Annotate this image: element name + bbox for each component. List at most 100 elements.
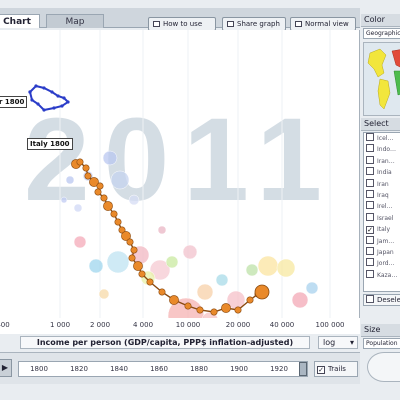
x-axis-scale-select[interactable]: log	[318, 336, 358, 349]
country-list-item[interactable]: Indo…	[364, 144, 400, 155]
country-label: Iran	[377, 180, 389, 188]
select-heading: Select	[361, 118, 400, 131]
country-bubble	[157, 225, 167, 235]
window-icon	[295, 21, 302, 27]
italy-trail-point	[84, 172, 92, 180]
country-list-item[interactable]: Iran…	[364, 155, 400, 167]
country-checkbox[interactable]	[366, 144, 374, 153]
country-list-item[interactable]: Jord…	[364, 258, 400, 269]
blue-trail-point	[50, 90, 54, 94]
country-list-item[interactable]: Japan	[364, 246, 400, 258]
envelope-icon	[227, 21, 234, 27]
color-select[interactable]: Geographic	[363, 28, 400, 39]
country-label: Kaza…	[377, 271, 398, 279]
trails-label: Trails	[328, 365, 346, 373]
x-axis-controls: Income per person (GDP/capita, PPP$ infl…	[0, 334, 360, 350]
country-label: Israel	[377, 214, 394, 222]
italy-trail-point	[158, 288, 166, 296]
country-list-item[interactable]: Iraq	[364, 189, 400, 201]
country-list-item[interactable]: Iran	[364, 178, 400, 190]
country-checkbox[interactable]	[366, 258, 374, 267]
country-bubble	[182, 244, 198, 260]
country-select-list[interactable]: Icel… Indo… Iran… India Iran Iraq Irel… Israel ✓…	[363, 132, 400, 292]
how-to-use-label: How to use	[163, 20, 203, 28]
country-bubble	[98, 288, 110, 300]
x-tick-label: 400	[0, 321, 10, 329]
country-checkbox[interactable]	[366, 189, 374, 198]
size-select[interactable]: Population	[363, 338, 400, 349]
country-bubble	[60, 196, 68, 204]
x-tick-label: 40 000	[269, 321, 295, 329]
color-legend-map[interactable]	[363, 42, 400, 116]
year-slider-handle[interactable]	[299, 362, 307, 376]
year-tick-label: 1860	[150, 365, 168, 373]
tab-bar: Chart Map How to use Share graph Normal …	[0, 8, 360, 31]
country-checkbox[interactable]	[366, 212, 374, 221]
country-bubble	[73, 203, 83, 213]
country-list-item[interactable]: Israel	[364, 212, 400, 224]
x-tick-label: 100 000	[315, 321, 345, 329]
deselect-checkbox[interactable]	[366, 295, 374, 303]
country-label: India	[377, 169, 392, 177]
play-button[interactable]: ▶	[0, 359, 12, 377]
country-label: Jam…	[377, 237, 395, 245]
country-list-item[interactable]: ✓ Italy	[364, 224, 400, 235]
deselect-button[interactable]: Deselect	[363, 294, 400, 306]
italy-trail-point	[133, 261, 143, 271]
country-bubble	[257, 255, 279, 277]
country-checkbox[interactable]	[366, 178, 374, 187]
x-axis-indicator-select[interactable]: Income per person (GDP/capita, PPP$ infl…	[20, 336, 310, 349]
tab-map[interactable]: Map	[46, 14, 104, 28]
country-checkbox[interactable]	[366, 201, 374, 210]
how-to-use-button[interactable]: How to use	[148, 17, 216, 31]
tab-chart[interactable]: Chart	[0, 14, 40, 28]
world-map-icon	[367, 48, 400, 110]
country-checkbox[interactable]	[366, 155, 374, 164]
blue-trail-point	[56, 94, 60, 98]
year-tick-label: 1900	[230, 365, 248, 373]
bubble-chart-area[interactable]: 2011 r 1800 Italy 1800	[0, 30, 360, 318]
country-bubble	[88, 258, 104, 274]
share-graph-label: Share graph	[237, 20, 280, 28]
trail-label-start[interactable]: r 1800	[0, 96, 28, 108]
size-slider[interactable]	[367, 352, 400, 382]
country-list-item[interactable]: Jam…	[364, 235, 400, 247]
italy-trail-point	[146, 278, 154, 286]
italy-trail-point	[196, 306, 204, 314]
app-window: Chart Map How to use Share graph Normal …	[0, 0, 400, 400]
country-checkbox[interactable]	[366, 235, 374, 244]
bubble-chart-svg	[28, 30, 331, 318]
country-checkbox[interactable]: ✓	[366, 226, 374, 235]
country-label: Irel…	[377, 203, 393, 211]
italy-current-bubble	[254, 284, 270, 300]
year-tick-label: 1880	[190, 365, 208, 373]
normal-view-label: Normal view	[305, 20, 349, 28]
normal-view-button[interactable]: Normal view	[290, 17, 356, 31]
italy-trail-point	[76, 158, 84, 166]
year-slider[interactable]: 1800 1820 1840 1860 1880 1900 1920	[18, 361, 308, 377]
country-bubble	[65, 175, 75, 185]
country-list-item[interactable]: Irel…	[364, 201, 400, 212]
country-list-item[interactable]: Kaza…	[364, 269, 400, 281]
italy-trail-point	[100, 194, 108, 202]
country-checkbox[interactable]	[366, 133, 374, 141]
trails-checkbox[interactable]: ✓	[317, 366, 325, 374]
x-tick-label: 10 000	[175, 321, 201, 329]
blue-trail-point	[30, 98, 34, 102]
blue-trail-point	[52, 106, 56, 110]
country-checkbox[interactable]	[366, 269, 374, 278]
year-tick-label: 1840	[110, 365, 128, 373]
country-checkbox[interactable]	[366, 167, 374, 176]
italy-trail-point	[246, 296, 254, 304]
country-label: Italy	[377, 226, 391, 234]
country-list-item[interactable]: Icel…	[364, 133, 400, 144]
country-checkbox[interactable]	[366, 246, 374, 255]
help-icon	[153, 21, 160, 27]
italy-trail-point	[169, 295, 179, 305]
italy-trail-point	[128, 254, 136, 262]
share-graph-button[interactable]: Share graph	[222, 17, 286, 31]
trail-label-italy[interactable]: Italy 1800	[27, 138, 73, 150]
country-list-item[interactable]: India	[364, 167, 400, 178]
country-bubble	[128, 194, 140, 206]
trails-toggle[interactable]: ✓ Trails	[314, 361, 358, 377]
